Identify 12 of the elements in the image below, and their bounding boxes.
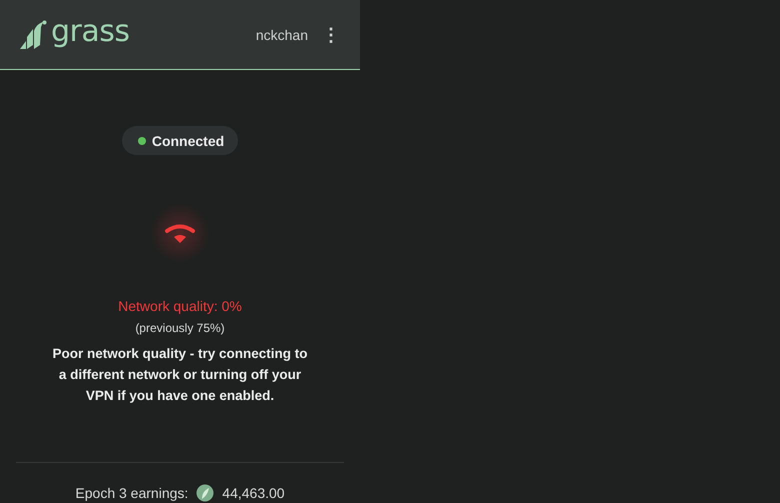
earnings-amount: 44,463.00	[222, 485, 285, 501]
network-quality: Network quality: 0%	[118, 298, 242, 314]
logo-icon	[18, 18, 48, 50]
username: nckchan	[256, 26, 308, 42]
status-label: Connected	[152, 132, 224, 148]
menu-button[interactable]: ⋮	[318, 24, 344, 46]
coin-icon	[196, 484, 214, 502]
logo-text: grass	[51, 16, 130, 46]
previous-quality: (previously 75%)	[135, 321, 225, 335]
warning-message: Poor network quality - try connecting to a different network or turning off your VPN if you have one enabled.	[51, 345, 309, 405]
earnings-label: Epoch 3 earnings:	[75, 485, 188, 501]
wifi-icon	[150, 203, 210, 263]
